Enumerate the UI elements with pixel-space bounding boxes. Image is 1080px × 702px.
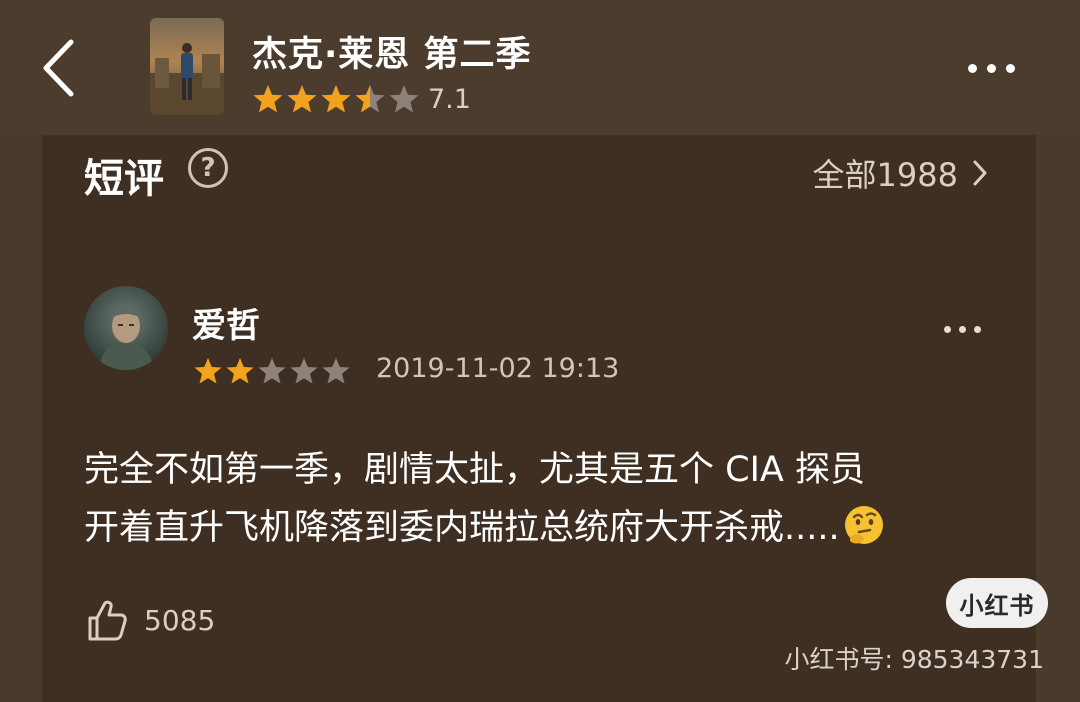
review-star-rating [193,356,351,386]
star-icon [389,85,419,113]
review-text: 完全不如第一季，剧情太扯，尤其是五个 CIA 探员 开着直升飞机降落到委内瑞拉总… [84,441,1004,557]
review-text-line-content: 开着直升飞机降落到委内瑞拉总统府大开杀戒..... [84,508,840,548]
star-icon [290,357,318,384]
app-header: 杰克·莱恩 第二季 7.1 [0,0,1080,135]
header-rating-value: 7.1 [428,84,471,115]
review-text-line: 完全不如第一季，剧情太扯，尤其是五个 CIA 探员 [84,450,865,490]
review-text-line: 开着直升飞机降落到委内瑞拉总统府大开杀戒..... [84,499,1004,557]
more-options-button[interactable] [956,48,1026,88]
like-button[interactable]: 5085 [86,598,215,642]
dot-icon [967,63,977,73]
star-icon [194,357,222,384]
section-title: 短评 [84,156,164,202]
watermark-badge: 小红书 [946,578,1048,628]
star-icon [287,85,317,113]
help-icon[interactable]: ? [188,148,228,188]
all-reviews-link[interactable]: 全部1988 [813,150,988,196]
star-icon [253,85,283,113]
dot-icon [943,325,951,333]
star-icon [355,85,385,113]
dot-icon [986,63,996,73]
thinking-face-icon [844,506,883,544]
header-star-rating [252,83,420,115]
star-icon [321,85,351,113]
dot-icon [1005,63,1015,73]
star-icon [258,357,286,384]
show-title: 杰克·莱恩 第二季 [252,35,532,75]
chevron-left-icon [43,39,74,97]
review-timestamp: 2019-11-02 19:13 [376,353,620,384]
star-icon [322,357,350,384]
show-poster[interactable] [150,18,224,115]
watermark-id: 小红书号: 985343731 [784,645,1044,674]
star-icon [226,357,254,384]
dot-icon [973,325,981,333]
like-count: 5085 [144,603,216,637]
chevron-right-icon [973,160,987,186]
dot-icon [958,325,966,333]
all-reviews-label: 全部1988 [812,156,958,194]
back-button[interactable] [30,36,86,100]
thumbs-up-icon [88,600,127,641]
reviewer-name[interactable]: 爱哲 [192,298,260,347]
review-more-button[interactable] [936,312,988,346]
avatar[interactable] [84,286,168,370]
